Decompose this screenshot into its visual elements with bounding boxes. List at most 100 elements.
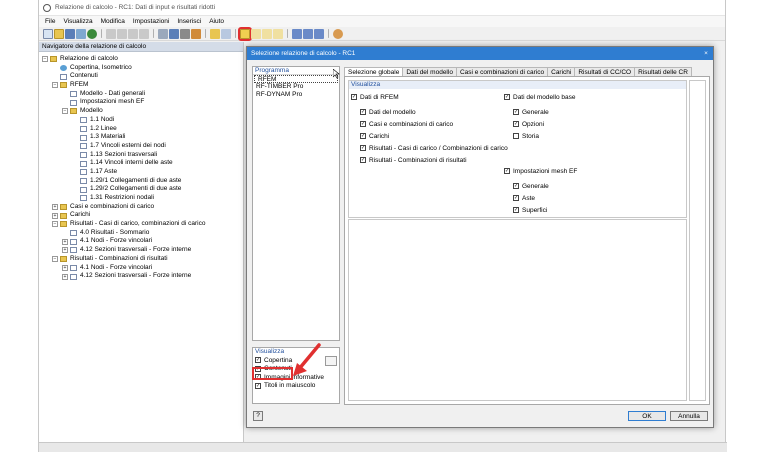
tree-item[interactable]: 1.14 Vincoli interni delle aste bbox=[39, 159, 243, 168]
insert-graphic-icon[interactable] bbox=[262, 28, 272, 39]
menu-file[interactable]: File bbox=[45, 18, 55, 25]
print-icon[interactable] bbox=[76, 28, 86, 39]
checkbox-row[interactable]: ✓ Dati del modello bbox=[351, 106, 508, 118]
tree-item[interactable]: 1.1 Nodi bbox=[39, 116, 243, 125]
insert-page-icon[interactable] bbox=[251, 28, 261, 39]
expander-icon[interactable]: + bbox=[62, 273, 68, 280]
prev-page-icon[interactable] bbox=[117, 28, 127, 39]
tree-item[interactable]: − Risultati - Combinazioni di risultati bbox=[39, 255, 243, 264]
cover-settings-icon[interactable] bbox=[325, 356, 337, 366]
checkbox-icon[interactable]: ✓ bbox=[360, 121, 366, 127]
tree-item[interactable]: Copertina, Isometrico bbox=[39, 64, 243, 73]
refresh-icon[interactable] bbox=[87, 28, 97, 39]
checkbox-row[interactable]: ✓ Impostazioni mesh EF bbox=[504, 165, 577, 177]
tree-item[interactable]: +4.1 Nodi - Forze vincolari bbox=[39, 264, 243, 273]
expander-icon[interactable]: + bbox=[62, 238, 68, 245]
menu-inserisci[interactable]: Inserisci bbox=[177, 18, 201, 25]
insert-text-icon[interactable] bbox=[273, 28, 283, 39]
checkbox-row[interactable]: ✓ Superfici bbox=[504, 204, 577, 216]
menu-impostazioni[interactable]: Impostazioni bbox=[133, 18, 170, 25]
close-icon[interactable]: × bbox=[699, 47, 713, 60]
menu-modifica[interactable]: Modifica bbox=[101, 18, 125, 25]
checkbox-icon[interactable]: ✓ bbox=[513, 121, 519, 127]
tree-item[interactable]: 1.17 Aste bbox=[39, 168, 243, 177]
checkbox-icon[interactable]: ✓ bbox=[513, 195, 519, 201]
open-icon[interactable] bbox=[54, 28, 64, 39]
checkbox-icon[interactable]: ✓ bbox=[513, 109, 519, 115]
checkbox-icon[interactable]: ✓ bbox=[255, 382, 261, 389]
tree-item[interactable]: 1.2 Linee bbox=[39, 125, 243, 134]
expander-icon[interactable]: − bbox=[42, 56, 48, 63]
checkbox-icon[interactable]: ✓ bbox=[360, 133, 366, 139]
checkbox-row[interactable]: ✓ Risultati - Combinazioni di risultati bbox=[351, 154, 508, 166]
help-button[interactable]: ? bbox=[253, 411, 263, 421]
program-item-rf-dynam[interactable]: RF-DYNAM Pro bbox=[253, 91, 339, 99]
tree-item[interactable]: − Modello bbox=[39, 107, 243, 116]
tab-risultati-cc-co[interactable]: Risultati di CC/CO bbox=[574, 67, 636, 76]
tree-item[interactable]: − RFEM bbox=[39, 81, 243, 90]
tree-item[interactable]: 1.31 Restrizioni nodali bbox=[39, 194, 243, 203]
menu-visualizza[interactable]: Visualizza bbox=[63, 18, 92, 25]
info-icon[interactable] bbox=[333, 28, 343, 39]
program-item-rf-timber[interactable]: RF-TIMBER Pro bbox=[253, 83, 339, 91]
checkbox-row[interactable]: ✓ Aste bbox=[504, 192, 577, 204]
expander-icon[interactable]: + bbox=[52, 212, 58, 219]
tree-item[interactable]: − Relazione di calcolo bbox=[39, 55, 243, 64]
checkbox-titoli[interactable]: ✓ Titoli in maiuscolo bbox=[253, 382, 339, 391]
tree-item[interactable]: 1.13 Sezioni trasversali bbox=[39, 151, 243, 160]
tab-carichi[interactable]: Carichi bbox=[547, 67, 576, 76]
expander-icon[interactable]: + bbox=[62, 247, 68, 254]
checkbox-icon[interactable]: ✓ bbox=[504, 168, 510, 174]
new-icon[interactable] bbox=[43, 28, 53, 39]
cancel-button[interactable]: Annulla bbox=[670, 411, 708, 421]
checkbox-row[interactable]: ✓ Generale bbox=[504, 106, 576, 118]
checkbox-row[interactable]: ✓ Opzioni bbox=[504, 118, 576, 130]
expander-icon[interactable]: − bbox=[62, 108, 68, 115]
checkbox-icon[interactable]: ✓ bbox=[504, 94, 510, 100]
tree-item[interactable]: +4.1 Nodi - Forze vincolari bbox=[39, 237, 243, 246]
first-page-icon[interactable] bbox=[106, 28, 116, 39]
checkbox-icon[interactable] bbox=[513, 133, 519, 139]
tree-item[interactable]: +4.12 Sezioni trasversali - Forze intern… bbox=[39, 272, 243, 281]
last-page-icon[interactable] bbox=[139, 28, 149, 39]
tree-item[interactable]: + Carichi bbox=[39, 211, 243, 220]
tree-item[interactable]: Contenuti bbox=[39, 72, 243, 81]
tab-dati-modello[interactable]: Dati del modello bbox=[402, 67, 457, 76]
tree-item[interactable]: − Risultati - Casi di carico, combinazion… bbox=[39, 220, 243, 229]
checkbox-row[interactable]: ✓ Dati di RFEM bbox=[351, 91, 508, 103]
checkbox-icon[interactable]: ✓ bbox=[360, 109, 366, 115]
next-page-icon[interactable] bbox=[128, 28, 138, 39]
tree-item[interactable]: + Casi e combinazioni di carico bbox=[39, 203, 243, 212]
expander-icon[interactable]: − bbox=[52, 82, 58, 89]
report-icon[interactable] bbox=[221, 28, 231, 39]
checkbox-icon[interactable]: ✓ bbox=[360, 157, 366, 163]
checkbox-icon[interactable]: ✓ bbox=[255, 357, 261, 364]
tree-item[interactable]: 1.29/1 Collegamenti di due aste bbox=[39, 177, 243, 186]
ok-button[interactable]: OK bbox=[628, 411, 666, 421]
tree-item[interactable]: 1.3 Materiali bbox=[39, 133, 243, 142]
checkbox-icon[interactable]: ✓ bbox=[351, 94, 357, 100]
tree-item[interactable]: Modello - Dati generali bbox=[39, 90, 243, 99]
tools-icon[interactable] bbox=[180, 28, 190, 39]
report-selection-icon[interactable] bbox=[238, 26, 252, 41]
expander-icon[interactable]: − bbox=[52, 221, 58, 228]
tree-item[interactable]: 4.0 Risultati - Sommario bbox=[39, 229, 243, 238]
tree-item[interactable]: 1.29/2 Collegamenti di due aste bbox=[39, 185, 243, 194]
print-preview-icon[interactable] bbox=[158, 28, 168, 39]
checkbox-row[interactable]: Storia bbox=[504, 130, 576, 142]
link3-icon[interactable] bbox=[314, 28, 324, 39]
expander-icon[interactable]: + bbox=[52, 204, 58, 211]
checkbox-icon[interactable]: ✓ bbox=[513, 183, 519, 189]
checkbox-icon[interactable]: ✓ bbox=[360, 145, 366, 151]
tree-item[interactable]: Impostazioni mesh EF bbox=[39, 98, 243, 107]
link-icon[interactable] bbox=[292, 28, 302, 39]
checkbox-row[interactable]: ✓ Dati del modello base bbox=[504, 91, 576, 103]
checkbox-row[interactable]: ✓ Carichi bbox=[351, 130, 508, 142]
settings-icon[interactable] bbox=[191, 28, 201, 39]
expander-icon[interactable]: − bbox=[52, 256, 58, 263]
tab-casi-combinazioni[interactable]: Casi e combinazioni di carico bbox=[455, 67, 549, 76]
save-icon[interactable] bbox=[65, 28, 75, 39]
menu-aiuto[interactable]: Aiuto bbox=[209, 18, 224, 25]
tree-item[interactable]: 1.7 Vincoli esterni dei nodi bbox=[39, 142, 243, 151]
checkbox-icon[interactable]: ✓ bbox=[513, 207, 519, 213]
